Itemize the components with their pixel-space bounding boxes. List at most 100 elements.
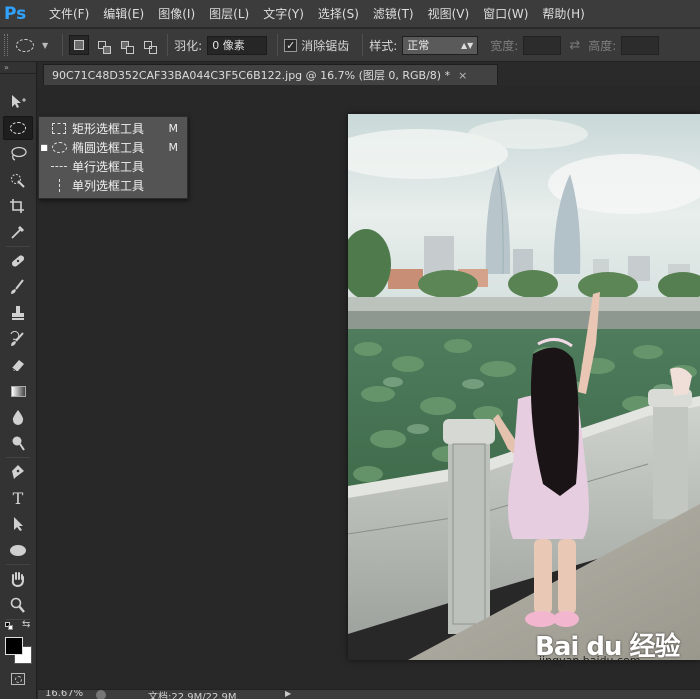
rect-marquee-icon — [49, 122, 69, 136]
hand-tool[interactable] — [3, 567, 33, 591]
menu-window[interactable]: 窗口(W) — [476, 5, 535, 22]
add-to-selection-button[interactable] — [92, 35, 112, 55]
healing-brush-tool[interactable] — [3, 249, 33, 273]
stamp-icon — [12, 306, 24, 320]
lasso-icon — [11, 146, 27, 161]
intersect-selection-icon — [144, 41, 158, 54]
elliptical-marquee-tool[interactable] — [3, 116, 33, 140]
divider — [362, 34, 364, 56]
menu-file[interactable]: 文件(F) — [42, 5, 96, 22]
ellipse-marquee-icon — [49, 141, 69, 155]
menu-image[interactable]: 图像(I) — [151, 5, 202, 22]
shortcut-key: M — [168, 122, 179, 135]
type-icon: T — [12, 488, 24, 508]
menu-filter[interactable]: 滤镜(T) — [366, 5, 421, 22]
hand-icon — [11, 572, 24, 587]
history-brush-tool[interactable] — [3, 327, 33, 351]
zoom-tool[interactable] — [3, 593, 33, 617]
new-selection-button[interactable] — [69, 35, 90, 55]
divider — [6, 564, 30, 565]
menu-layer[interactable]: 图层(L) — [202, 5, 256, 22]
chevron-updown-icon: ▲▼ — [460, 40, 474, 50]
foreground-color-swatch[interactable] — [5, 637, 23, 655]
divider — [167, 34, 169, 56]
gradient-tool[interactable] — [3, 379, 33, 403]
height-input[interactable] — [621, 35, 660, 55]
status-menu-arrow-icon[interactable]: ▶ — [285, 690, 291, 698]
feather-input[interactable] — [207, 35, 268, 55]
document-size-info: 文档:22.9M/22.9M — [148, 692, 237, 699]
eraser-tool[interactable] — [3, 353, 33, 377]
ellipse-marquee-icon — [16, 38, 34, 52]
status-bar: 16.67% 文档:22.9M/22.9M ▶ — [38, 689, 700, 699]
zoom-level[interactable]: 16.67% — [45, 690, 83, 699]
divider — [6, 457, 30, 458]
quick-selection-icon — [11, 174, 25, 188]
type-tool[interactable]: T — [3, 486, 33, 510]
options-grip[interactable] — [4, 34, 8, 56]
tools-panel-collapse[interactable]: » — [0, 62, 36, 74]
history-brush-icon — [10, 331, 24, 346]
menu-select[interactable]: 选择(S) — [311, 5, 366, 22]
subtract-selection-icon — [121, 41, 135, 54]
intersect-selection-button[interactable] — [138, 35, 158, 55]
pen-tool[interactable] — [3, 460, 33, 484]
width-input[interactable] — [523, 35, 562, 55]
default-colors-icon[interactable] — [5, 622, 13, 630]
width-label: 宽度: — [490, 38, 519, 53]
swap-dimensions-icon[interactable]: ⇄ — [569, 38, 580, 53]
ellipse-shape-icon — [10, 544, 26, 556]
style-select[interactable]: 正常 ▲▼ — [402, 35, 479, 55]
bandage-icon — [11, 255, 25, 267]
lasso-tool[interactable] — [3, 142, 33, 166]
document-tab[interactable]: 90C71C48D352CAF33BA044C3F5C6B122.jpg @ 1… — [43, 64, 498, 85]
menu-edit[interactable]: 编辑(E) — [96, 5, 151, 22]
eyedropper-tool[interactable] — [3, 220, 33, 244]
status-info-icon[interactable] — [96, 690, 106, 699]
crop-icon — [10, 199, 24, 213]
selected-marker: ■ — [40, 143, 48, 152]
drop-icon — [12, 410, 24, 425]
subtract-from-selection-button[interactable] — [115, 35, 135, 55]
baidu-jingyan-watermark: Bai du 经验 jingyan.baidu.com — [535, 626, 680, 667]
single-row-marquee-icon — [49, 160, 69, 174]
tool-preset-picker[interactable]: ▼ — [16, 38, 49, 52]
ellipse-shape-tool[interactable] — [3, 538, 33, 562]
ellipse-marquee-icon — [10, 122, 26, 134]
clone-stamp-tool[interactable] — [3, 301, 33, 325]
antialias-checkbox[interactable]: ✓ — [284, 38, 298, 52]
quick-selection-tool[interactable] — [3, 168, 33, 192]
dodge-icon — [12, 436, 25, 451]
flyout-item-rectangular-marquee[interactable]: 矩形选框工具 M — [39, 119, 187, 138]
marquee-tools-flyout: 矩形选框工具 M ■ 椭圆选框工具 M 单行选框工具 单列选框工具 — [38, 116, 188, 199]
crop-tool[interactable] — [3, 194, 33, 218]
move-tool[interactable] — [3, 90, 33, 114]
feather-label: 羽化: — [174, 38, 203, 53]
close-icon[interactable]: × — [458, 69, 467, 82]
tools-panel: » T ⇆ — [0, 62, 37, 699]
single-column-marquee-icon — [49, 179, 69, 193]
flyout-item-single-row-marquee[interactable]: 单行选框工具 — [39, 157, 187, 176]
brush-icon — [11, 279, 24, 294]
quick-mask-icon — [11, 673, 25, 685]
flyout-item-elliptical-marquee[interactable]: ■ 椭圆选框工具 M — [39, 138, 187, 157]
path-selection-tool[interactable] — [3, 512, 33, 536]
menu-type[interactable]: 文字(Y) — [256, 5, 311, 22]
document-image[interactable] — [348, 114, 700, 660]
dodge-tool[interactable] — [3, 431, 33, 455]
flyout-item-single-column-marquee[interactable]: 单列选框工具 — [39, 176, 187, 195]
chevron-down-icon: ▼ — [42, 40, 49, 50]
move-icon — [12, 95, 26, 108]
eraser-icon — [11, 360, 24, 372]
menu-bar: Ps 文件(F) 编辑(E) 图像(I) 图层(L) 文字(Y) 选择(S) 滤… — [0, 0, 700, 28]
style-label: 样式: — [369, 38, 398, 53]
menu-help[interactable]: 帮助(H) — [535, 5, 591, 22]
menu-view[interactable]: 视图(V) — [421, 5, 477, 22]
quick-mask-button[interactable] — [3, 669, 33, 689]
photoshop-logo: Ps — [4, 3, 27, 24]
eyedropper-icon — [11, 225, 25, 239]
antialias-label: 消除锯齿 — [301, 38, 350, 53]
brush-tool[interactable] — [3, 275, 33, 299]
swap-colors-icon[interactable]: ⇆ — [22, 619, 30, 630]
blur-tool[interactable] — [3, 405, 33, 429]
